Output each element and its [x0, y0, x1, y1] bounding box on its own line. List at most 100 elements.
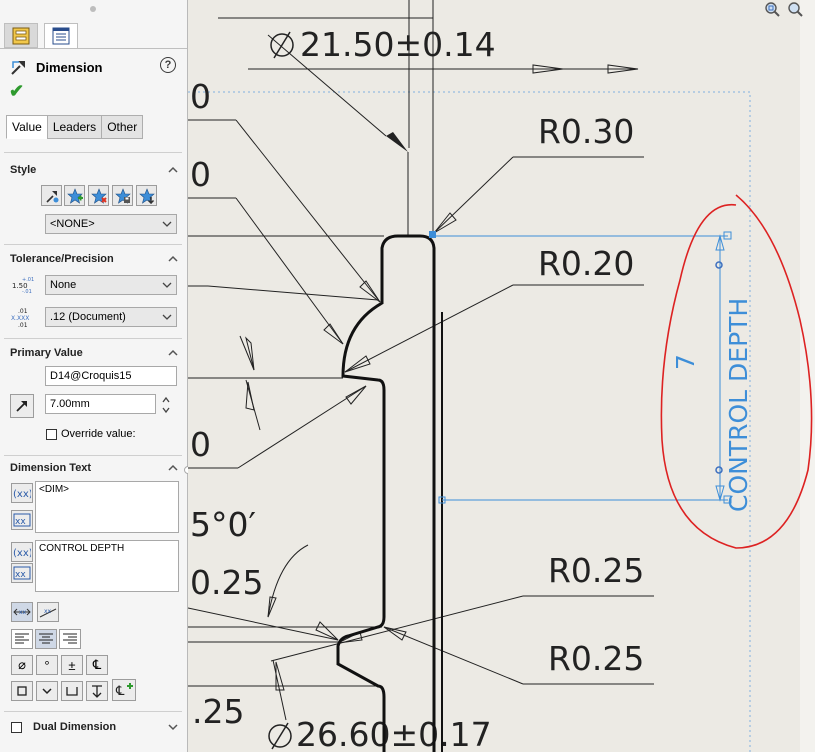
chevron-up-icon[interactable]: [168, 348, 178, 358]
dimension-text-upper[interactable]: <DIM>: [35, 481, 179, 533]
counterbore-symbol-button[interactable]: [61, 681, 83, 701]
sheet-boundary: [188, 91, 751, 752]
delete-style-icon: [90, 187, 107, 204]
svg-text:xx: xx: [15, 517, 26, 527]
dimension-diameter-top[interactable]: 21.50±0.14: [300, 25, 496, 64]
selection-handle[interactable]: [715, 466, 723, 474]
help-button[interactable]: ?: [160, 57, 176, 73]
horizontal-layout-button[interactable]: xx: [11, 602, 33, 622]
drawing-sheet: 21.50±0.14 R0.30 R0.20 0 0 0 5°0′ 0.25 .…: [188, 0, 815, 752]
leader-line: [235, 197, 344, 345]
chevron-up-icon[interactable]: [168, 254, 178, 264]
square-symbol-button[interactable]: [11, 681, 33, 701]
panel-title: Dimension: [36, 59, 103, 75]
svg-text:-.01: -.01: [22, 289, 32, 295]
add-style-button[interactable]: [64, 185, 85, 206]
separator: [4, 152, 182, 153]
panel-grip[interactable]: [90, 6, 96, 12]
style-select[interactable]: <NONE>: [45, 214, 177, 234]
insert-dim-button-upper[interactable]: (xx): [11, 483, 33, 503]
countersink-icon: [92, 685, 102, 698]
dim-token-icon: (xx): [13, 548, 31, 559]
align-center-button[interactable]: [35, 629, 57, 649]
tolerance-type-value: None: [50, 279, 77, 291]
align-center-icon: [39, 633, 53, 644]
ok-check-button[interactable]: ✔: [9, 82, 24, 100]
style-select-value: <NONE>: [50, 218, 95, 230]
panel-tab-strip: [0, 20, 187, 49]
tolerance-type-icon: 1.50 +.01 -.01: [12, 277, 34, 295]
tolerance-type-select[interactable]: None: [45, 275, 177, 295]
leader-line: [235, 119, 381, 303]
justify-token-icon: xx: [13, 513, 31, 527]
selected-dimension-value[interactable]: 7: [671, 354, 700, 370]
override-value-checkbox[interactable]: [46, 429, 57, 440]
dimension-radius-r025-lower[interactable]: R0.25: [548, 639, 644, 678]
dimension-radius-r030[interactable]: R0.30: [538, 112, 634, 151]
delete-style-button[interactable]: [88, 185, 109, 206]
selection-handle[interactable]: [429, 231, 436, 238]
tab-property-manager[interactable]: [44, 23, 78, 48]
justify-button-upper[interactable]: xx: [11, 510, 33, 530]
arrowhead: [344, 355, 371, 373]
insert-dim-button-lower[interactable]: (xx): [11, 542, 33, 562]
dual-dimension-label: Dual Dimension: [33, 721, 117, 733]
more-symbols-button[interactable]: [36, 681, 58, 701]
precision-select[interactable]: .12 (Document): [45, 307, 177, 327]
svg-text:(xx): (xx): [13, 489, 31, 500]
precision-value: .12 (Document): [50, 311, 126, 323]
counterbore-icon: [66, 687, 78, 696]
justify-button-lower[interactable]: xx: [11, 563, 33, 583]
chevron-up-icon[interactable]: [168, 463, 178, 473]
chevron-up-icon[interactable]: [168, 165, 178, 175]
dimension-radius-r020[interactable]: R0.20: [538, 244, 634, 283]
reverse-direction-button[interactable]: [10, 394, 34, 418]
subtab-other[interactable]: Other: [101, 115, 144, 139]
dimension-value-field[interactable]: 7.00mm: [45, 394, 156, 414]
dimension-radius-r025-upper[interactable]: R0.25: [548, 551, 644, 590]
subtab-value[interactable]: Value: [6, 115, 48, 139]
selected-dimension-text[interactable]: CONTROL DEPTH: [724, 298, 753, 512]
zoom-to-fit-icon[interactable]: [763, 0, 781, 18]
degree-symbol-button[interactable]: °: [36, 655, 58, 675]
primary-value-header: Primary Value: [10, 347, 83, 359]
leader-line: [433, 156, 514, 234]
zoom-to-area-icon[interactable]: [786, 0, 804, 18]
arrowhead: [323, 323, 344, 345]
svg-text:℄: ℄: [115, 684, 125, 698]
save-style-button[interactable]: [112, 185, 133, 206]
aligned-text-icon: xx: [39, 608, 57, 618]
dimension-diameter-bottom[interactable]: 26.60±0.17: [296, 715, 492, 752]
load-style-icon: [138, 187, 155, 204]
subtab-leaders[interactable]: Leaders: [46, 115, 103, 139]
centerline-symbol-button[interactable]: ℄: [86, 655, 108, 675]
diameter-symbol-button[interactable]: ⌀: [11, 655, 33, 675]
override-value-label: Override value:: [61, 428, 136, 440]
selection-handle[interactable]: [715, 261, 723, 269]
add-symbol-button[interactable]: ℄: [112, 679, 136, 701]
justify-token-icon: xx: [13, 566, 31, 580]
apply-defaults-button[interactable]: [41, 185, 62, 206]
panel-title-row: Dimension: [10, 58, 102, 76]
dimension-name-field[interactable]: D14@Croquis15: [45, 366, 177, 386]
svg-text:xx: xx: [19, 609, 27, 616]
tab-dimxpert[interactable]: [4, 23, 38, 48]
filled-arrow: [386, 132, 408, 152]
leader-line: [207, 285, 379, 301]
countersink-symbol-button[interactable]: [86, 681, 108, 701]
align-left-button[interactable]: [11, 629, 33, 649]
precision-icon: .01 X.XXX .01: [11, 308, 29, 328]
svg-text:X.XXX: X.XXX: [11, 315, 29, 322]
align-right-button[interactable]: [59, 629, 81, 649]
dimension-text-lower[interactable]: CONTROL DEPTH: [35, 540, 179, 592]
load-style-button[interactable]: [136, 185, 157, 206]
chevron-down-icon[interactable]: [168, 722, 178, 732]
plus-minus-symbol-button[interactable]: ±: [61, 655, 83, 675]
value-spinner[interactable]: [161, 395, 171, 415]
drawing-canvas[interactable]: 21.50±0.14 R0.30 R0.20 0 0 0 5°0′ 0.25 .…: [188, 0, 815, 752]
cut-label: 0: [190, 155, 211, 194]
dual-dimension-checkbox[interactable]: [11, 722, 22, 733]
dimension-text-header: Dimension Text: [10, 462, 92, 474]
aligned-layout-button[interactable]: xx: [37, 602, 59, 622]
sheet-margin: [800, 0, 815, 752]
